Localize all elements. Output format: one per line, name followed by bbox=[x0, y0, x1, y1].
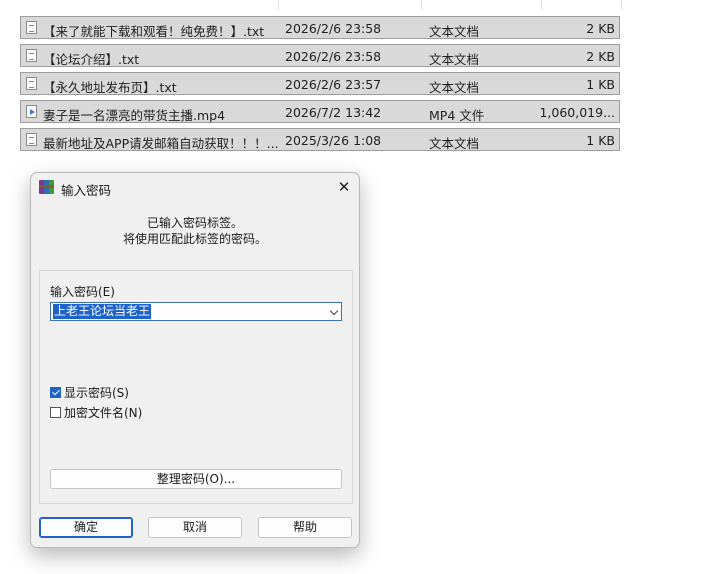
column-separator[interactable] bbox=[541, 0, 542, 10]
txt-file-icon bbox=[26, 77, 37, 90]
file-size: 1 KB bbox=[586, 133, 615, 148]
password-input[interactable]: 上老王论坛当老王 bbox=[50, 302, 342, 321]
message-line: 已输入密码标签。 bbox=[146, 216, 243, 230]
password-panel: 输入密码(E) 上老王论坛当老王 显示密码(S) 加密文件名(N) 整理密码(O… bbox=[39, 270, 353, 504]
file-date: 2026/2/6 23:58 bbox=[285, 49, 382, 64]
dialog-titlebar[interactable]: 输入密码 ✕ bbox=[31, 173, 359, 201]
txt-file-icon bbox=[26, 21, 37, 34]
chevron-down-icon[interactable] bbox=[329, 306, 339, 316]
checkbox-checked-icon[interactable] bbox=[50, 387, 61, 398]
file-name: 妻子是一名漂亮的带货主播.mp4 bbox=[43, 108, 226, 123]
dialog-title: 输入密码 bbox=[61, 183, 112, 198]
column-separator[interactable] bbox=[421, 0, 422, 10]
file-name: 最新地址及APP请发邮箱自动获取！！！.... bbox=[43, 136, 279, 151]
file-size: 2 KB bbox=[586, 49, 615, 64]
password-value: 上老王论坛当老王 bbox=[53, 304, 152, 319]
file-row[interactable]: 【来了就能下载和观看！纯免费！】.txt 2026/2/6 23:58 文本文档… bbox=[20, 16, 620, 39]
file-type: 文本文档 bbox=[429, 80, 480, 95]
column-separator[interactable] bbox=[621, 0, 622, 10]
file-type: 文本文档 bbox=[429, 52, 480, 67]
file-date: 2026/2/6 23:57 bbox=[285, 77, 382, 92]
file-size: 1,060,019... bbox=[539, 105, 615, 120]
file-size: 1 KB bbox=[586, 77, 615, 92]
show-password-checkbox[interactable]: 显示密码(S) bbox=[50, 385, 129, 401]
dialog-message: 已输入密码标签。 将使用匹配此标签的密码。 bbox=[31, 215, 359, 247]
file-row[interactable]: 【永久地址发布页】.txt 2026/2/6 23:57 文本文档 1 KB bbox=[20, 72, 620, 95]
winrar-icon bbox=[39, 180, 54, 194]
file-name: 【永久地址发布页】.txt bbox=[43, 80, 177, 95]
organize-passwords-button[interactable]: 整理密码(O)... bbox=[50, 469, 342, 489]
file-type: 文本文档 bbox=[429, 24, 480, 39]
file-date: 2025/3/26 1:08 bbox=[285, 133, 382, 148]
file-date: 2026/7/2 13:42 bbox=[285, 105, 382, 120]
encrypt-filenames-label: 加密文件名(N) bbox=[64, 406, 143, 420]
file-type: MP4 文件 bbox=[429, 108, 485, 123]
show-password-label: 显示密码(S) bbox=[64, 386, 129, 400]
checkbox-unchecked-icon[interactable] bbox=[50, 407, 61, 418]
file-name: 【来了就能下载和观看！纯免费！】.txt bbox=[43, 24, 265, 39]
encrypt-filenames-checkbox[interactable]: 加密文件名(N) bbox=[50, 405, 142, 421]
password-dialog: 输入密码 ✕ 已输入密码标签。 将使用匹配此标签的密码。 输入密码(E) 上老王… bbox=[30, 172, 360, 548]
file-row[interactable]: 妻子是一名漂亮的带货主播.mp4 2026/7/2 13:42 MP4 文件 1… bbox=[20, 100, 620, 123]
file-row[interactable]: 最新地址及APP请发邮箱自动获取！！！.... 2025/3/26 1:08 文… bbox=[20, 128, 620, 151]
video-file-icon bbox=[26, 105, 37, 118]
txt-file-icon bbox=[26, 49, 37, 62]
column-header bbox=[0, 0, 704, 10]
txt-file-icon bbox=[26, 133, 37, 146]
password-label: 输入密码(E) bbox=[50, 285, 115, 299]
column-separator[interactable] bbox=[278, 0, 279, 10]
file-type: 文本文档 bbox=[429, 136, 480, 151]
file-date: 2026/2/6 23:58 bbox=[285, 21, 382, 36]
cancel-button[interactable]: 取消 bbox=[148, 517, 242, 538]
help-button[interactable]: 帮助 bbox=[258, 517, 352, 538]
file-name: 【论坛介绍】.txt bbox=[43, 52, 140, 67]
ok-button[interactable]: 确定 bbox=[39, 517, 133, 538]
file-list: 【来了就能下载和观看！纯免费！】.txt 2026/2/6 23:58 文本文档… bbox=[20, 16, 620, 156]
message-line: 将使用匹配此标签的密码。 bbox=[122, 232, 267, 246]
file-size: 2 KB bbox=[586, 21, 615, 36]
file-row[interactable]: 【论坛介绍】.txt 2026/2/6 23:58 文本文档 2 KB bbox=[20, 44, 620, 67]
close-icon[interactable]: ✕ bbox=[331, 175, 357, 199]
